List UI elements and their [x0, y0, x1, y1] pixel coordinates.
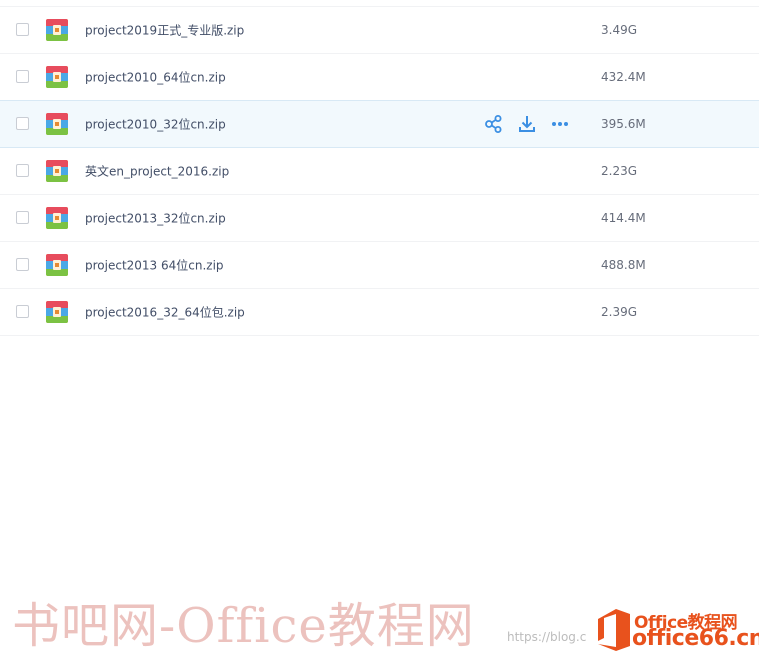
office-logo-icon	[598, 609, 630, 651]
file-name[interactable]: project2010_64位cn.zip	[85, 69, 226, 86]
row-actions	[484, 114, 583, 134]
file-row[interactable]: project2013_32位cn.zip 414.4M	[0, 195, 759, 242]
row-checkbox[interactable]	[16, 258, 29, 271]
file-name[interactable]: project2010_32位cn.zip	[85, 116, 226, 133]
zip-archive-icon	[46, 207, 68, 229]
file-size: 414.4M	[601, 211, 646, 225]
file-name[interactable]: project2016_32_64位包.zip	[85, 304, 245, 321]
zip-archive-icon	[46, 66, 68, 88]
zip-archive-icon	[46, 254, 68, 276]
row-checkbox[interactable]	[16, 23, 29, 36]
file-name[interactable]: project2013 64位cn.zip	[85, 257, 224, 274]
file-size: 2.23G	[601, 164, 638, 178]
brand-name-bottom: office66.cn	[632, 626, 759, 651]
file-list-page: project2019正式_专业版.zip 3.49G project2010_…	[0, 0, 759, 656]
row-checkbox[interactable]	[16, 164, 29, 177]
brand-watermark: Office教程网 office66.cn	[594, 606, 759, 656]
row-checkbox[interactable]	[16, 211, 29, 224]
file-name[interactable]: project2019正式_专业版.zip	[85, 22, 244, 39]
file-list: project2019正式_专业版.zip 3.49G project2010_…	[0, 6, 759, 336]
file-row[interactable]: project2019正式_专业版.zip 3.49G	[0, 7, 759, 54]
watermark-url: https://blog.c	[507, 630, 587, 644]
share-icon[interactable]	[484, 114, 504, 134]
file-row[interactable]: project2016_32_64位包.zip 2.39G	[0, 289, 759, 336]
zip-archive-icon	[46, 160, 68, 182]
row-checkbox[interactable]	[16, 117, 29, 130]
file-row[interactable]: project2010_64位cn.zip 432.4M	[0, 54, 759, 101]
file-size: 395.6M	[601, 117, 646, 131]
file-row[interactable]: 英文en_project_2016.zip 2.23G	[0, 148, 759, 195]
row-checkbox[interactable]	[16, 70, 29, 83]
watermark-text: 书吧网-Office教程网	[12, 598, 475, 654]
file-name[interactable]: 英文en_project_2016.zip	[85, 163, 229, 180]
more-icon[interactable]	[550, 114, 570, 134]
zip-archive-icon	[46, 19, 68, 41]
zip-archive-icon	[46, 113, 68, 135]
file-name[interactable]: project2013_32位cn.zip	[85, 210, 226, 227]
file-size: 2.39G	[601, 305, 638, 319]
download-icon[interactable]	[517, 114, 537, 134]
file-row[interactable]: project2013 64位cn.zip 488.8M	[0, 242, 759, 289]
zip-archive-icon	[46, 301, 68, 323]
file-size: 488.8M	[601, 258, 646, 272]
file-size: 3.49G	[601, 23, 638, 37]
row-checkbox[interactable]	[16, 305, 29, 318]
file-size: 432.4M	[601, 70, 646, 84]
file-row-hovered[interactable]: project2010_32位cn.zip 395.6M	[0, 100, 759, 148]
